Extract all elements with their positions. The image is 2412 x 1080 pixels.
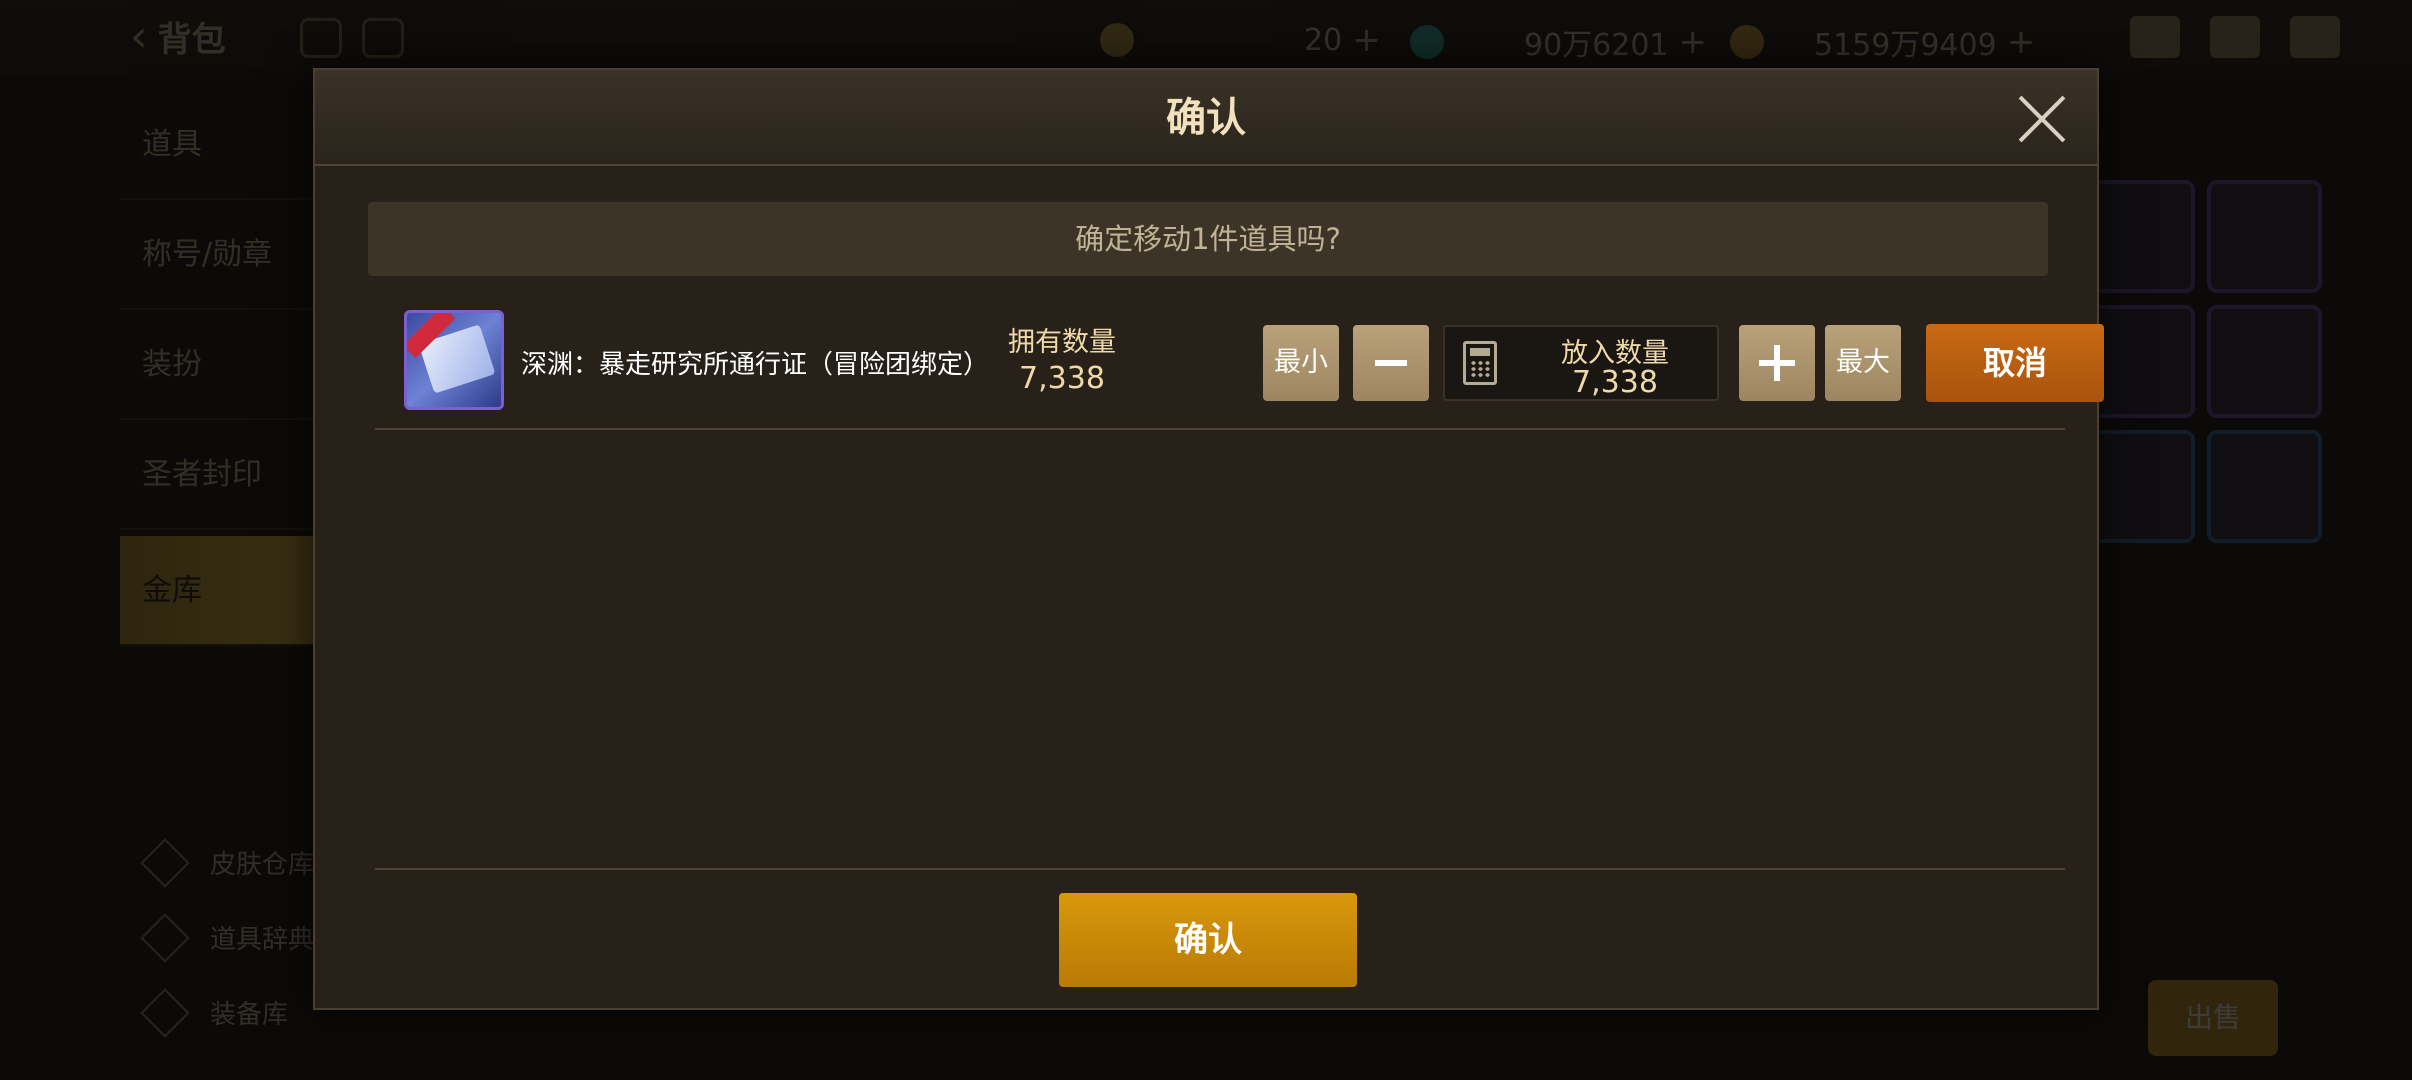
footer-divider [375,868,2065,870]
cancel-button[interactable]: 取消 [1926,324,2104,402]
confirm-prompt: 确定移动1件道具吗? [368,202,2048,276]
increment-button[interactable] [1739,325,1815,401]
close-icon[interactable] [2015,92,2069,146]
owned-value: 7,338 [1019,361,1105,396]
decrement-button[interactable] [1353,325,1429,401]
minus-icon [1375,360,1407,366]
item-name: 深渊：暴走研究所通行证（冒险团绑定） [521,350,990,380]
pass-ticket-icon [404,310,504,410]
confirm-button[interactable]: 确认 [1059,893,1357,987]
item-row: 深渊：暴走研究所通行证（冒险团绑定） 拥有数量 7,338 最小 放入数量 7,… [375,300,2104,430]
quantity-input[interactable]: 放入数量 7,338 [1443,325,1719,401]
max-button[interactable]: 最大 [1825,325,1901,401]
owned-label: 拥有数量 [1008,327,1116,358]
put-quantity-value: 7,338 [1572,365,1658,400]
owned-quantity: 拥有数量 7,338 [987,320,1137,396]
calculator-icon[interactable] [1463,341,1497,385]
dialog-title: 确认 [1166,95,1246,141]
confirm-dialog: 确认 确定移动1件道具吗? 深渊：暴走研究所通行证（冒险团绑定） 拥有数量 7,… [313,68,2104,1010]
plus-icon-vertical [1774,345,1780,381]
min-button[interactable]: 最小 [1263,325,1339,401]
